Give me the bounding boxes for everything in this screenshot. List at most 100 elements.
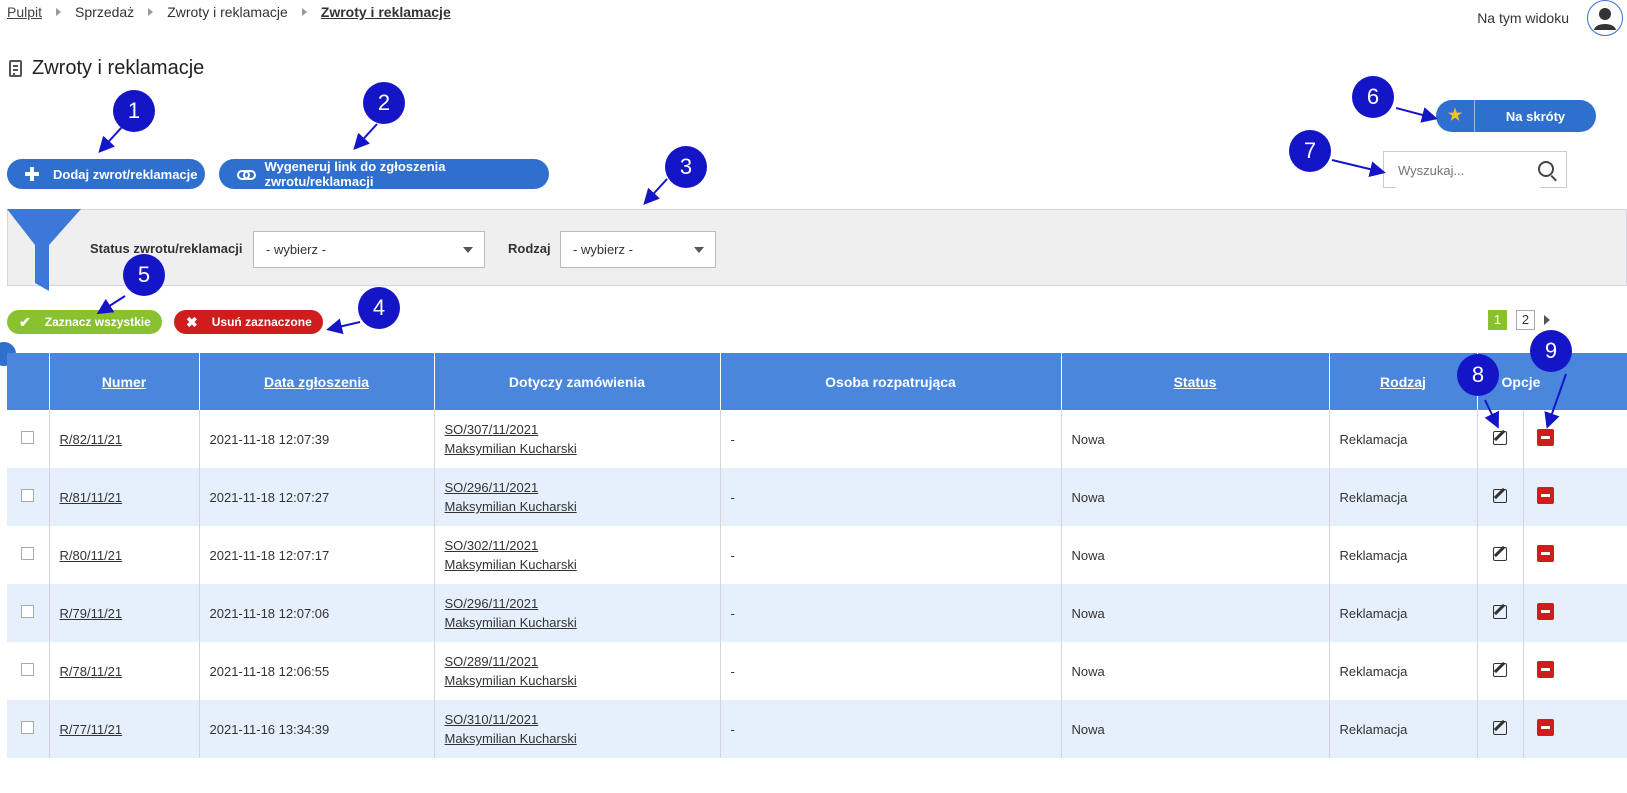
row-client-link[interactable]: Maksymilian Kucharski	[445, 729, 710, 748]
header-osoba: Osoba rozpatrująca	[720, 353, 1062, 410]
filter-icon	[7, 209, 81, 291]
row-checkbox[interactable]	[21, 721, 35, 734]
row-client-link[interactable]: Maksymilian Kucharski	[445, 439, 710, 458]
row-checkbox[interactable]	[21, 547, 35, 560]
breadcrumb: Pulpit Sprzedaż Zwroty i reklamacje Zwro…	[7, 4, 451, 20]
row-order-link[interactable]: SO/310/11/2021	[445, 710, 710, 729]
delete-selected-button[interactable]: ✖ Usuń zaznaczone	[174, 310, 323, 334]
header-numer[interactable]: Numer	[49, 353, 200, 410]
view-label[interactable]: Na tym widoku	[1477, 10, 1569, 26]
user-icon[interactable]	[1587, 0, 1623, 36]
page-title-text: Zwroty i reklamacje	[32, 57, 205, 79]
check-icon: ✔	[19, 313, 31, 330]
row-date: 2021-11-18 12:07:39	[199, 410, 435, 468]
pager-page-2[interactable]: 2	[1516, 310, 1535, 330]
edit-icon[interactable]	[1493, 546, 1507, 561]
row-type: Reklamacja	[1329, 526, 1478, 584]
annotation-badge-5: 5	[123, 254, 165, 296]
shortcuts-button[interactable]: ★ Na skróty	[1436, 100, 1596, 132]
breadcrumb-separator-icon	[301, 8, 307, 16]
delete-icon[interactable]	[1536, 545, 1554, 562]
delete-selected-label: Usuń zaznaczone	[211, 315, 312, 329]
row-client-link[interactable]: Maksymilian Kucharski	[445, 613, 710, 632]
row-status: Nowa	[1061, 526, 1330, 584]
annotation-badge-8: 8	[1457, 354, 1499, 396]
generate-link-button[interactable]: Wygeneruj link do zgłoszenia zwrotu/rekl…	[219, 159, 549, 189]
breadcrumb-pulpit[interactable]: Pulpit	[7, 4, 42, 20]
page-title: Zwroty i reklamacje	[9, 57, 204, 80]
header-rodzaj[interactable]: Rodzaj	[1329, 353, 1478, 410]
row-order-link[interactable]: SO/296/11/2021	[445, 478, 710, 497]
chevron-down-icon	[463, 247, 473, 253]
breadcrumb-zwroty[interactable]: Zwroty i reklamacje	[167, 4, 288, 20]
row-number-link[interactable]: R/79/11/21	[60, 606, 123, 621]
status-filter-select[interactable]: - wybierz -	[253, 231, 485, 268]
edit-icon[interactable]	[1493, 720, 1507, 735]
delete-icon[interactable]	[1536, 719, 1554, 736]
table-row: R/79/11/21 2021-11-18 12:07:06 SO/296/11…	[7, 584, 1627, 642]
annotation-badge-7: 7	[1289, 130, 1331, 172]
delete-icon[interactable]	[1536, 487, 1554, 504]
row-reviewer: -	[720, 410, 1062, 468]
row-date: 2021-11-18 12:07:27	[199, 468, 435, 526]
row-reviewer: -	[720, 526, 1062, 584]
status-filter-label: Status zwrotu/reklamacji	[90, 241, 243, 256]
edit-icon[interactable]	[1493, 662, 1507, 677]
table-row: R/77/11/21 2021-11-16 13:34:39 SO/310/11…	[7, 700, 1627, 758]
row-status: Nowa	[1061, 468, 1330, 526]
chevron-down-icon	[694, 247, 704, 253]
pager-next-icon[interactable]	[1544, 315, 1550, 325]
type-filter-select[interactable]: - wybierz -	[560, 231, 716, 268]
filter-bar	[7, 209, 1627, 286]
row-checkbox[interactable]	[21, 663, 35, 676]
edit-icon[interactable]	[1493, 604, 1507, 619]
header-data[interactable]: Data zgłoszenia	[199, 353, 435, 410]
row-checkbox[interactable]	[21, 431, 35, 444]
type-filter-value: - wybierz -	[573, 242, 633, 257]
annotation-badge-4: 4	[358, 287, 400, 329]
search-box[interactable]	[1383, 151, 1567, 188]
row-number-link[interactable]: R/77/11/21	[60, 722, 123, 737]
row-status: Nowa	[1061, 410, 1330, 468]
select-all-button[interactable]: ✔ Zaznacz wszystkie	[7, 310, 162, 334]
delete-icon[interactable]	[1536, 429, 1554, 446]
row-number-link[interactable]: R/81/11/21	[60, 490, 123, 505]
annotation-badge-9: 9	[1530, 330, 1572, 372]
search-input[interactable]	[1396, 152, 1540, 188]
row-reviewer: -	[720, 642, 1062, 700]
row-number-link[interactable]: R/78/11/21	[60, 664, 123, 679]
edit-icon[interactable]	[1493, 488, 1507, 503]
row-checkbox[interactable]	[21, 605, 35, 618]
row-order-link[interactable]: SO/307/11/2021	[445, 420, 710, 439]
breadcrumb-current[interactable]: Zwroty i reklamacje	[321, 4, 451, 20]
row-client-link[interactable]: Maksymilian Kucharski	[445, 671, 710, 690]
edit-icon[interactable]	[1493, 430, 1507, 445]
row-client-link[interactable]: Maksymilian Kucharski	[445, 555, 710, 574]
breadcrumb-separator-icon	[148, 8, 154, 16]
row-order-link[interactable]: SO/289/11/2021	[445, 652, 710, 671]
header-status[interactable]: Status	[1061, 353, 1330, 410]
row-number-link[interactable]: R/80/11/21	[60, 548, 123, 563]
row-order-link[interactable]: SO/296/11/2021	[445, 594, 710, 613]
row-checkbox[interactable]	[21, 489, 35, 502]
row-client-link[interactable]: Maksymilian Kucharski	[445, 497, 710, 516]
row-number-link[interactable]: R/82/11/21	[60, 432, 123, 447]
pager-current-page[interactable]: 1	[1488, 310, 1507, 330]
row-type: Reklamacja	[1329, 642, 1478, 700]
search-icon[interactable]	[1538, 161, 1554, 177]
row-type: Reklamacja	[1329, 584, 1478, 642]
document-icon	[9, 60, 22, 77]
annotation-badge-2: 2	[363, 82, 405, 124]
row-date: 2021-11-16 13:34:39	[199, 700, 435, 758]
row-type: Reklamacja	[1329, 410, 1478, 468]
row-order-link[interactable]: SO/302/11/2021	[445, 536, 710, 555]
delete-icon[interactable]	[1536, 603, 1554, 620]
table-row: R/82/11/21 2021-11-18 12:07:39 SO/307/11…	[7, 410, 1627, 468]
add-return-label: Dodaj zwrot/reklamacje	[53, 166, 198, 182]
delete-icon[interactable]	[1536, 661, 1554, 678]
breadcrumb-sprzedaz[interactable]: Sprzedaż	[75, 4, 134, 20]
plus-icon	[25, 167, 39, 181]
add-return-button[interactable]: Dodaj zwrot/reklamacje	[7, 159, 205, 189]
returns-table: Numer Data zgłoszenia Dotyczy zamówienia…	[7, 353, 1627, 758]
row-date: 2021-11-18 12:07:17	[199, 526, 435, 584]
